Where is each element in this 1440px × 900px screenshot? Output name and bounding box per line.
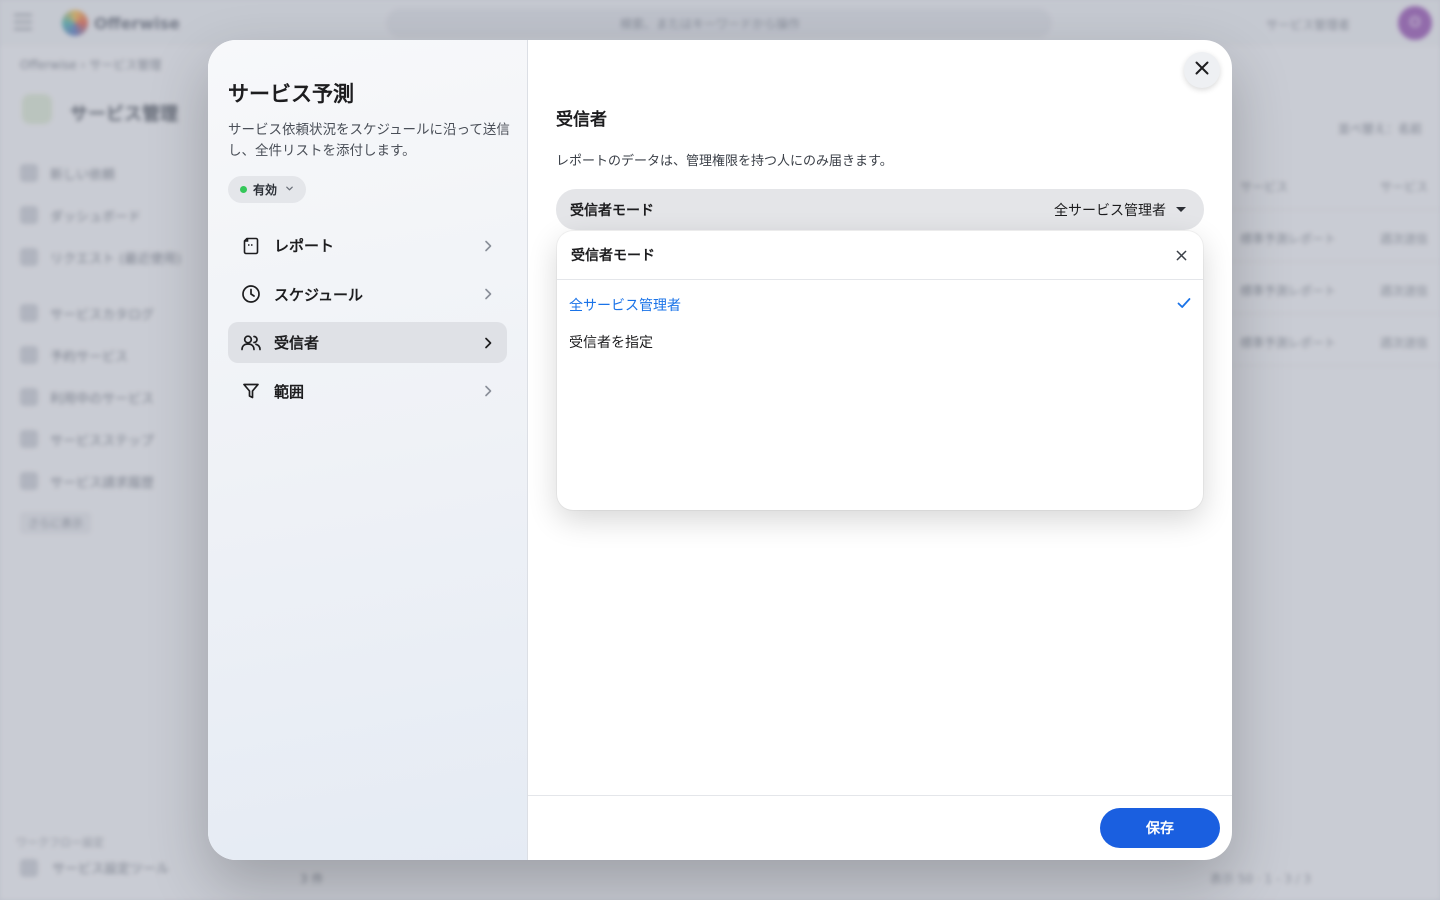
- chevron-right-icon: [481, 384, 495, 398]
- section-description: レポートのデータは、管理権限を持つ人にのみ届きます。: [556, 154, 893, 169]
- nav-label: レポート: [274, 237, 335, 255]
- status-toggle[interactable]: 有効: [228, 176, 307, 203]
- modal-sidebar: サービス予測 サービス依頼状況をスケジュールに沿って送信し、全件リストを添付しま…: [208, 40, 528, 860]
- option-label: 受信者を指定: [569, 334, 653, 351]
- recipient-mode-value: 全サービス管理者: [1054, 202, 1166, 219]
- nav-label: スケジュール: [274, 285, 363, 304]
- dropdown-title: 受信者モード: [571, 248, 655, 264]
- nav-item-recipients[interactable]: 受信者: [228, 322, 507, 363]
- dropdown-options: 全サービス管理者 受信者を指定: [557, 280, 1203, 360]
- recipient-mode-label: 受信者モード: [570, 202, 654, 219]
- clock-icon: [240, 283, 262, 305]
- filter-icon: [240, 380, 262, 402]
- modal-nav: レポート スケジュール 受信者 範囲: [228, 225, 507, 412]
- report-icon: [240, 235, 262, 257]
- option-specify-recipients[interactable]: 受信者を指定: [557, 323, 1203, 360]
- modal-title: サービス予測: [228, 82, 354, 106]
- status-dot-icon: [240, 186, 247, 193]
- chevron-down-icon: [285, 184, 294, 196]
- dropdown-close-icon[interactable]: [1173, 247, 1189, 263]
- modal-content: 受信者 レポートのデータは、管理権限を持つ人にのみ届きます。 受信者モード 全サ…: [528, 40, 1232, 860]
- section-title: 受信者: [556, 110, 607, 130]
- dropdown-header: 受信者モード: [557, 231, 1203, 280]
- modal-footer: 保存: [528, 795, 1232, 860]
- nav-label: 受信者: [274, 334, 320, 352]
- checkmark-icon: [1177, 297, 1191, 313]
- option-label: 全サービス管理者: [569, 297, 681, 314]
- chevron-right-icon: [481, 287, 495, 301]
- service-forecast-modal: サービス予測 サービス依頼状況をスケジュールに沿って送信し、全件リストを添付しま…: [208, 40, 1232, 860]
- option-all-service-admins[interactable]: 全サービス管理者: [557, 286, 1203, 323]
- close-button[interactable]: [1184, 52, 1220, 88]
- recipient-mode-select[interactable]: 受信者モード 全サービス管理者: [556, 189, 1204, 230]
- recipient-mode-dropdown: 受信者モード 全サービス管理者 受信者を指定: [557, 231, 1203, 510]
- close-icon: [1194, 60, 1210, 80]
- nav-label: 範囲: [274, 382, 305, 401]
- chevron-right-icon: [481, 336, 495, 350]
- chevron-right-icon: [481, 239, 495, 253]
- nav-item-report[interactable]: レポート: [228, 225, 507, 266]
- caret-down-icon: [1176, 207, 1186, 212]
- nav-item-scope[interactable]: 範囲: [228, 371, 507, 412]
- status-label: 有効: [253, 183, 278, 197]
- save-button[interactable]: 保存: [1100, 808, 1220, 848]
- nav-item-schedule[interactable]: スケジュール: [228, 274, 507, 315]
- modal-description: サービス依頼状況をスケジュールに沿って送信し、全件リストを添付します。: [228, 122, 510, 159]
- people-icon: [240, 332, 262, 354]
